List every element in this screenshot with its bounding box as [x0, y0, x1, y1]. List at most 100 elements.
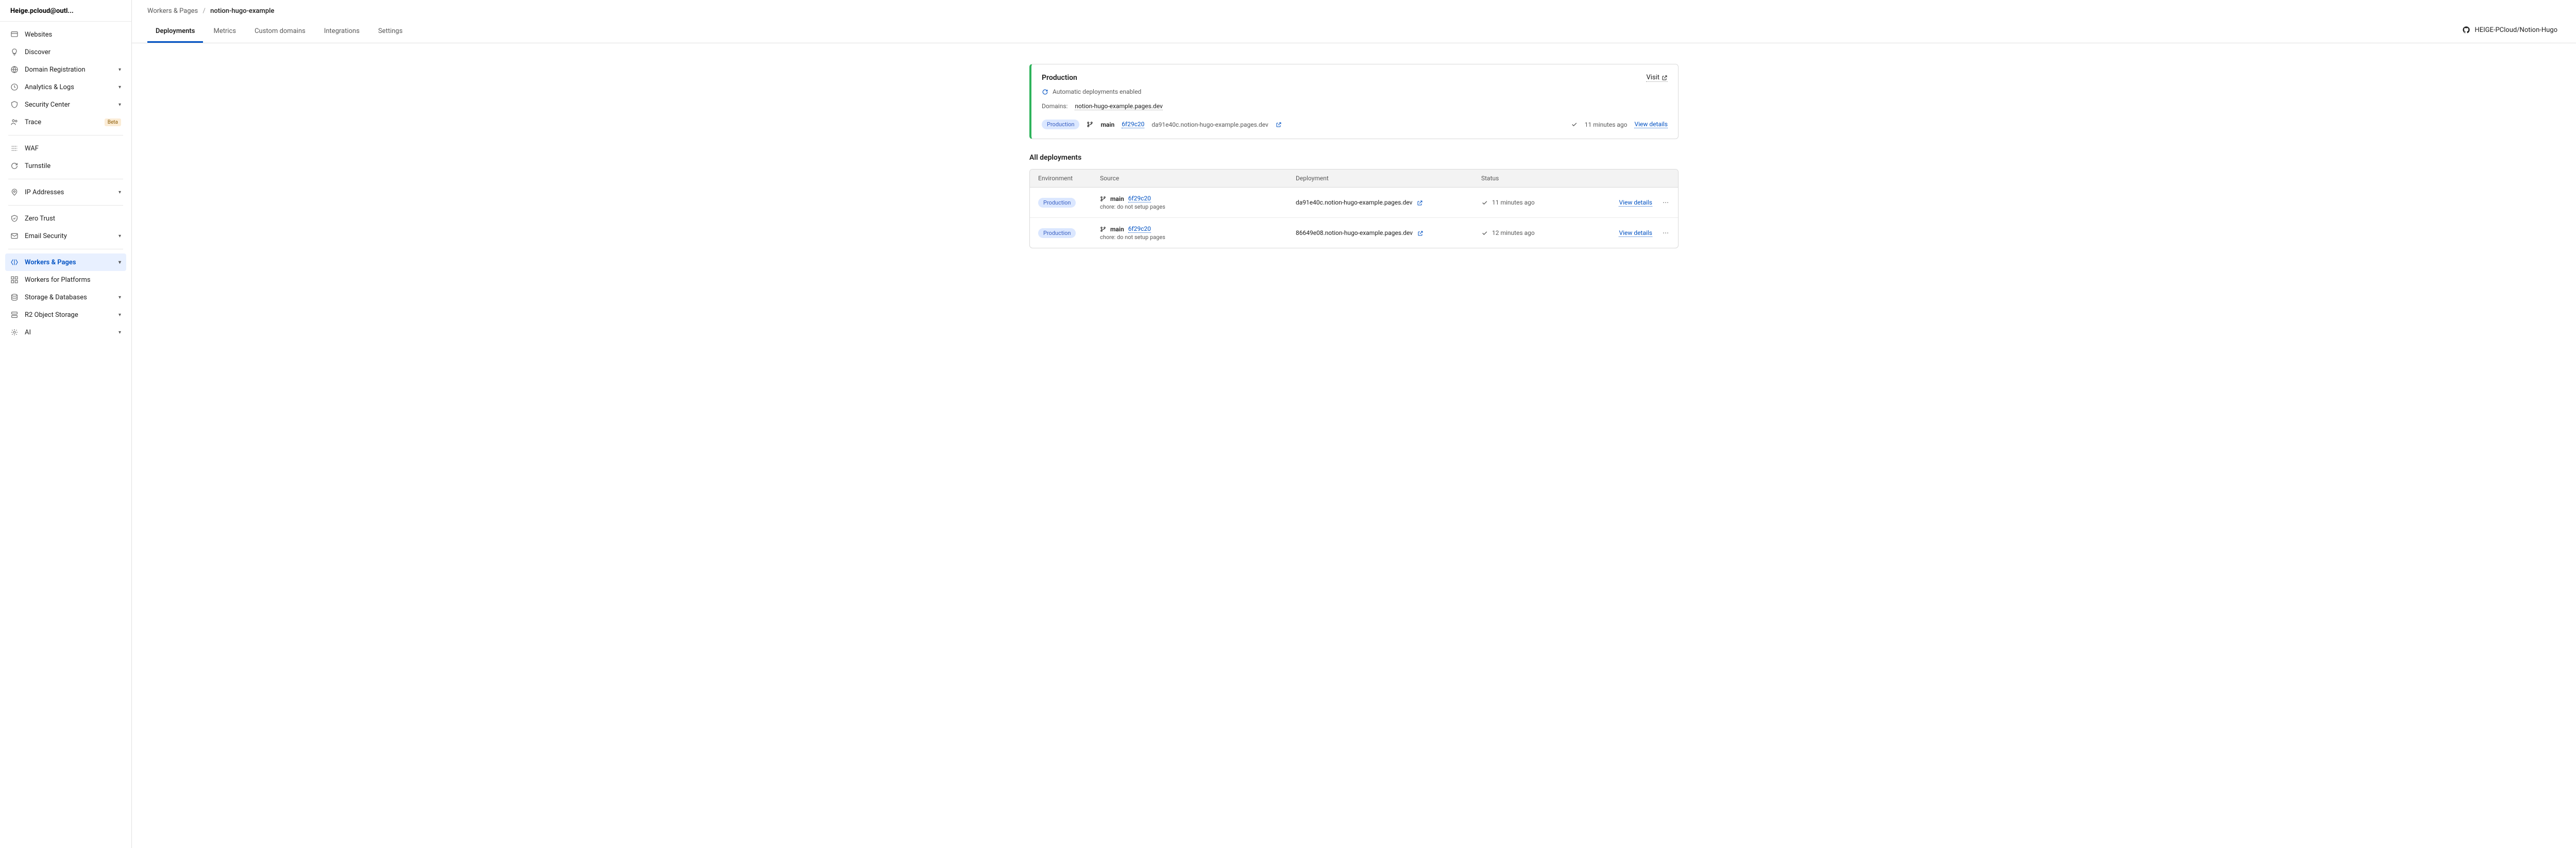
view-details-link[interactable]: View details	[1619, 199, 1652, 207]
sidebar-item-label: Zero Trust	[25, 215, 121, 223]
platforms-icon	[10, 276, 19, 284]
sidebar-item-storage-databases[interactable]: Storage & Databases ▾	[5, 289, 126, 306]
deployments-table: Environment Source Deployment Status Pro…	[1029, 169, 1679, 248]
sidebar-nav: Websites Discover Domain Registration ▾ …	[0, 22, 131, 345]
mail-icon	[10, 232, 19, 240]
breadcrumb-parent[interactable]: Workers & Pages	[147, 7, 198, 15]
sidebar-item-workers-pages[interactable]: Workers & Pages ▾	[5, 253, 126, 271]
tab-deployments[interactable]: Deployments	[147, 22, 203, 43]
sidebar-item-trace[interactable]: Trace Beta	[5, 113, 126, 131]
sidebar-item-websites[interactable]: Websites	[5, 26, 126, 43]
sidebar-item-label: Workers & Pages	[25, 259, 118, 266]
chevron-down-icon: ▾	[118, 190, 121, 195]
more-icon[interactable]: ⋯	[1663, 199, 1670, 206]
sidebar-item-label: WAF	[25, 145, 121, 152]
chevron-down-icon: ▾	[118, 312, 121, 318]
commit-link[interactable]: 6f29c20	[1128, 225, 1151, 233]
refresh-icon	[10, 162, 19, 170]
branch-icon	[1100, 226, 1106, 232]
world-icon	[10, 65, 19, 74]
branch-name: main	[1110, 195, 1124, 202]
external-link-icon[interactable]	[1417, 230, 1423, 236]
r2-icon	[10, 311, 19, 319]
sidebar-item-ip-addresses[interactable]: IP Addresses ▾	[5, 183, 126, 201]
github-repo-link[interactable]: HEIGE-PCloud/Notion-Hugo	[2462, 26, 2561, 39]
breadcrumb-separator: /	[203, 7, 206, 15]
deploy-url: 86649e08.notion-hugo-example.pages.dev	[1296, 229, 1413, 236]
globe-icon	[10, 30, 19, 39]
sidebar-item-waf[interactable]: WAF	[5, 140, 126, 157]
check-icon	[1481, 199, 1488, 206]
view-details-link[interactable]: View details	[1619, 229, 1652, 237]
external-link-icon[interactable]	[1276, 122, 1282, 128]
sidebar-item-label: Email Security	[25, 232, 118, 240]
commit-message: chore: do not setup pages	[1100, 234, 1296, 241]
chevron-down-icon: ▾	[118, 67, 121, 73]
time-ago: 12 minutes ago	[1492, 229, 1535, 236]
pin-icon	[10, 188, 19, 196]
sidebar-item-turnstile[interactable]: Turnstile	[5, 157, 126, 175]
domain-link[interactable]: notion-hugo-example.pages.dev	[1075, 103, 1162, 110]
table-row: Production main 6f29c20 chore: do not se…	[1030, 218, 1678, 248]
sidebar-item-label: Domain Registration	[25, 66, 118, 74]
table-header: Environment Source Deployment Status	[1030, 169, 1678, 188]
production-card: Production Visit Automatic deployments e…	[1029, 64, 1679, 139]
env-badge: Production	[1038, 228, 1076, 238]
tab-custom-domains[interactable]: Custom domains	[246, 22, 314, 43]
tabs: Deployments Metrics Custom domains Integ…	[147, 22, 411, 43]
branch-icon	[1087, 121, 1093, 128]
sidebar-item-domain-registration[interactable]: Domain Registration ▾	[5, 61, 126, 78]
sidebar-item-discover[interactable]: Discover	[5, 43, 126, 61]
waf-icon	[10, 144, 19, 152]
sidebar-item-ai[interactable]: AI ▾	[5, 324, 126, 341]
time-ago: 11 minutes ago	[1585, 121, 1628, 128]
sidebar-item-label: Workers for Platforms	[25, 276, 121, 284]
branch-name: main	[1100, 121, 1114, 128]
sidebar-item-label: Discover	[25, 48, 121, 56]
chevron-down-icon: ▾	[118, 233, 121, 239]
commit-link[interactable]: 6f29c20	[1122, 121, 1144, 128]
sidebar-item-label: Analytics & Logs	[25, 83, 118, 91]
main-content: Workers & Pages / notion-hugo-example De…	[132, 0, 2576, 848]
domains-label: Domains:	[1042, 103, 1067, 110]
chevron-down-icon: ▾	[118, 102, 121, 108]
th-environment: Environment	[1038, 175, 1100, 182]
workers-icon	[10, 258, 19, 266]
table-row: Production main 6f29c20 chore: do not se…	[1030, 188, 1678, 218]
clock-icon	[10, 83, 19, 91]
sidebar-item-zero-trust[interactable]: Zero Trust	[5, 210, 126, 227]
th-deployment: Deployment	[1296, 175, 1481, 182]
sidebar-item-analytics-logs[interactable]: Analytics & Logs ▾	[5, 78, 126, 96]
branch-icon	[1100, 196, 1106, 202]
commit-message: chore: do not setup pages	[1100, 203, 1296, 210]
domains-row: Domains: notion-hugo-example.pages.dev	[1042, 103, 1668, 110]
sidebar-item-security-center[interactable]: Security Center ▾	[5, 96, 126, 113]
sidebar-item-label: Trace	[25, 118, 101, 126]
visit-link[interactable]: Visit	[1646, 74, 1668, 82]
external-link-icon[interactable]	[1417, 200, 1423, 206]
sidebar-item-label: Websites	[25, 31, 121, 39]
beta-badge: Beta	[105, 118, 121, 126]
tab-settings[interactable]: Settings	[370, 22, 411, 43]
account-header[interactable]: Heige.pcloud@outl...	[0, 0, 131, 22]
time-ago: 11 minutes ago	[1492, 199, 1535, 206]
more-icon[interactable]: ⋯	[1663, 229, 1670, 236]
sidebar-item-workers-platforms[interactable]: Workers for Platforms	[5, 271, 126, 289]
sidebar-item-label: Turnstile	[25, 162, 121, 170]
account-name: Heige.pcloud@outl...	[10, 7, 121, 15]
env-badge: Production	[1042, 120, 1079, 129]
tab-integrations[interactable]: Integrations	[316, 22, 368, 43]
topbar: Workers & Pages / notion-hugo-example De…	[132, 0, 2576, 43]
external-link-icon	[1662, 75, 1668, 81]
nav-divider	[8, 205, 123, 206]
sidebar-item-label: Storage & Databases	[25, 294, 118, 301]
commit-link[interactable]: 6f29c20	[1128, 195, 1151, 202]
sidebar-item-r2-storage[interactable]: R2 Object Storage ▾	[5, 306, 126, 324]
bulb-icon	[10, 48, 19, 56]
tab-metrics[interactable]: Metrics	[205, 22, 244, 43]
sidebar-item-email-security[interactable]: Email Security ▾	[5, 227, 126, 245]
sidebar-item-label: IP Addresses	[25, 189, 118, 196]
sidebar-item-label: R2 Object Storage	[25, 311, 118, 319]
view-details-link[interactable]: View details	[1634, 121, 1668, 128]
branch-name: main	[1110, 226, 1124, 233]
